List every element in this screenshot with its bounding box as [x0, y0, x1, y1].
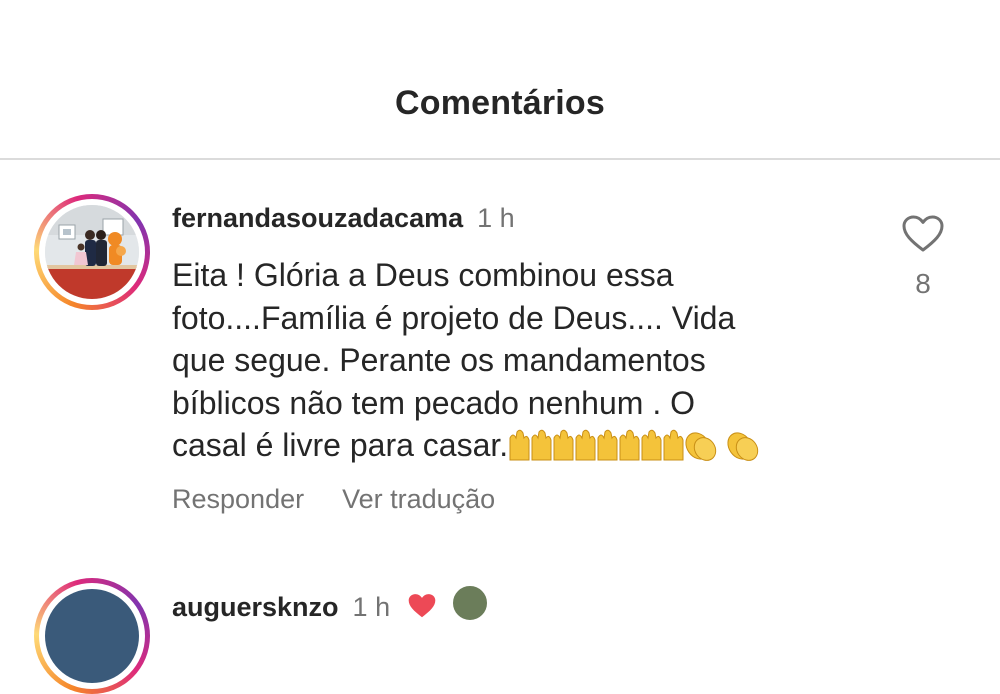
- raised-hands-emoji-icon: [641, 429, 662, 461]
- avatar: [45, 205, 139, 299]
- comment-actions: Responder Ver tradução: [172, 481, 533, 517]
- raised-hands-emoji-icon: [553, 429, 574, 461]
- comment-header: auguersknzo 1 h: [172, 584, 490, 625]
- comment-text: Eita ! Glória a Deus combinou essa foto.…: [172, 254, 852, 467]
- comment-text-line: foto....Família é projeto de Deus.... Vi…: [172, 299, 736, 336]
- comments-header: Comentários: [0, 0, 1000, 160]
- comment-time: 1 h: [477, 203, 515, 233]
- avatar-story-ring[interactable]: [34, 194, 150, 310]
- comment-text-line: bíblicos não tem pecado nenhum . O: [172, 384, 695, 421]
- avatar-photo-image: [45, 205, 139, 299]
- comment-header: fernandasouzadacama 1 h: [172, 200, 515, 236]
- raised-hands-emoji-icon: [575, 429, 596, 461]
- raised-hands-emoji-icon: [619, 429, 640, 461]
- raised-hands-emoji-icon: [663, 429, 684, 461]
- like-count: 8: [915, 268, 931, 299]
- avatar-story-ring[interactable]: [34, 578, 150, 694]
- red-heart-icon: [408, 594, 435, 618]
- raised-hands-emoji-icon: [531, 429, 552, 461]
- comment-text-line: que segue. Perante os mandamentos: [172, 342, 706, 378]
- translate-button[interactable]: Ver tradução: [342, 484, 495, 514]
- comment-username[interactable]: fernandasouzadacama: [172, 203, 463, 233]
- mini-avatar: [451, 584, 490, 622]
- avatar: [45, 589, 139, 683]
- reply-button[interactable]: Responder: [172, 484, 304, 514]
- heart-outline-icon[interactable]: [901, 214, 945, 254]
- comment-time: 1 h: [352, 592, 391, 622]
- comment-text-end: casal é livre para casar.: [172, 427, 509, 463]
- clapping-hands-emoji-icon: [685, 432, 717, 461]
- comment-username[interactable]: auguersknzo: [172, 592, 339, 622]
- page-title: Comentários: [394, 84, 606, 122]
- comment-text-line-last: casal é livre para casar.: [172, 424, 852, 467]
- raised-hands-emoji-icon: [597, 429, 618, 461]
- comment-text-line: Eita ! Glória a Deus combinou essa: [172, 257, 674, 293]
- raised-hands-emoji-icon: [509, 429, 530, 461]
- emoji-row: [509, 429, 759, 461]
- clapping-hands-emoji-icon: [727, 432, 759, 461]
